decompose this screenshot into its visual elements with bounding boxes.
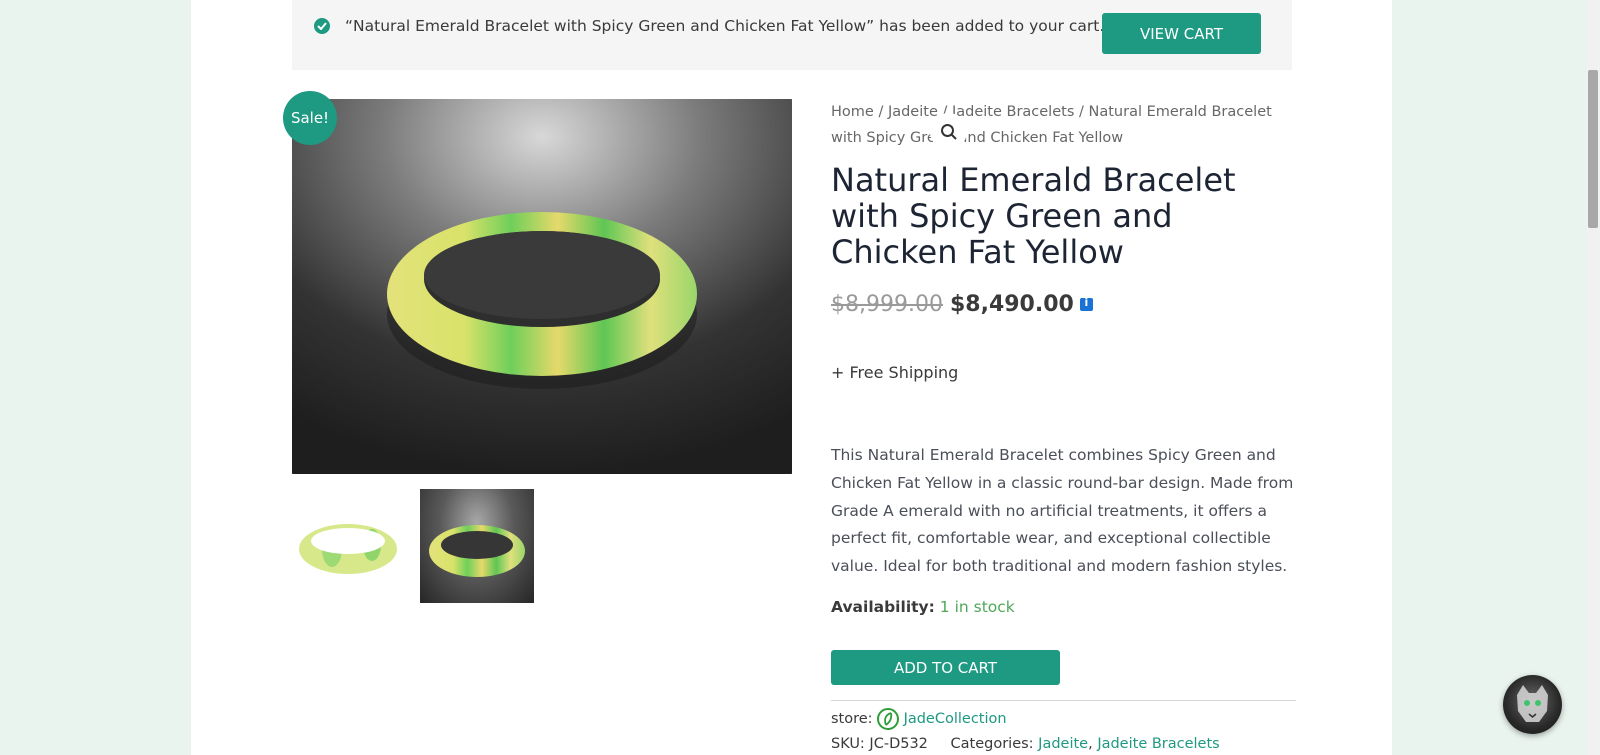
sku: SKU: JC-D532: [831, 736, 928, 752]
sale-price: $8,490.00: [949, 292, 1074, 317]
scrollbar[interactable]: [1586, 0, 1600, 755]
leaf-icon: [876, 708, 899, 730]
breadcrumb-link-jadeite[interactable]: Jadeite: [888, 104, 938, 120]
product-thumbnail[interactable]: [292, 489, 405, 603]
cart-notice-message: “Natural Emerald Bracelet with Spicy Gre…: [345, 17, 1105, 35]
product-title: Natural Emerald Bracelet with Spicy Gree…: [831, 161, 1236, 271]
original-price: $8,999.00: [831, 292, 943, 317]
divider: [831, 700, 1296, 701]
category-separator: ,: [1088, 736, 1098, 752]
categories-label: Categories:: [950, 736, 1034, 752]
price: $8,999.00 $8,490.00: [831, 292, 1093, 317]
product-main-image[interactable]: [292, 99, 792, 474]
product-description: This Natural Emerald Bracelet combines S…: [831, 446, 1294, 576]
scrollbar-thumb[interactable]: [1588, 70, 1598, 228]
info-icon[interactable]: [1079, 296, 1093, 311]
product-meta: SKU: JC-D532 Categories: Jadeite, Jadeit…: [831, 736, 1220, 752]
chat-widget-avatar[interactable]: [1503, 675, 1562, 734]
shipping-note: + Free Shipping: [831, 363, 959, 382]
stock-status: 1 in stock: [939, 598, 1015, 616]
availability: Availability: 1 in stock: [831, 598, 1015, 616]
breadcrumb-separator: /: [1079, 104, 1084, 120]
availability-label: Availability:: [831, 598, 935, 616]
store-label: store:: [831, 711, 873, 727]
breadcrumb-link-jadeite-bracelets[interactable]: Jadeite Bracelets: [952, 104, 1074, 120]
search-icon[interactable]: [930, 113, 967, 150]
check-circle-icon: [314, 18, 330, 34]
sale-badge: Sale!: [283, 91, 337, 145]
breadcrumb-link-home[interactable]: Home: [831, 104, 874, 120]
store-link[interactable]: JadeCollection: [904, 711, 1007, 727]
cart-notice: “Natural Emerald Bracelet with Spicy Gre…: [292, 0, 1292, 70]
category-link-jadeite[interactable]: Jadeite: [1038, 736, 1088, 752]
breadcrumb-separator: /: [878, 104, 884, 120]
page-content: “Natural Emerald Bracelet with Spicy Gre…: [191, 0, 1392, 755]
breadcrumb: Home / Jadeite / Jadeite Bracelets / Nat…: [831, 99, 1296, 151]
view-cart-button[interactable]: VIEW CART: [1102, 13, 1261, 54]
add-to-cart-button[interactable]: ADD TO CART: [831, 650, 1060, 685]
category-link-jadeite-bracelets[interactable]: Jadeite Bracelets: [1097, 736, 1219, 752]
product-thumbnail[interactable]: [420, 489, 534, 603]
store-info: store: JadeCollection: [831, 708, 1007, 730]
